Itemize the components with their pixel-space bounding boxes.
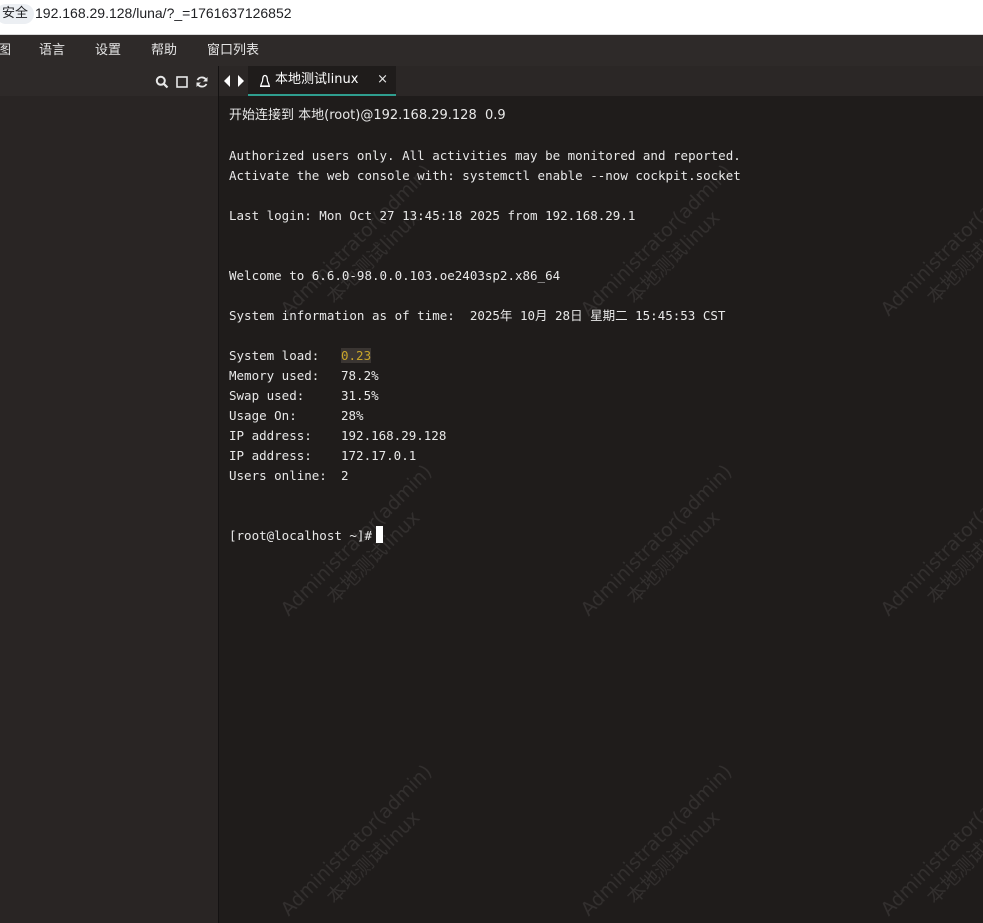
stat-value: 28%: [341, 408, 364, 423]
stat-label: IP address:: [229, 448, 312, 463]
stat-row: System load: 0.23: [229, 346, 372, 366]
stat-row: IP address: 172.17.0.1: [229, 446, 416, 466]
tab-close-button[interactable]: ×: [377, 66, 388, 94]
stat-row: IP address: 192.168.29.128: [229, 426, 446, 446]
stat-label: System load:: [229, 348, 320, 363]
stat-value: 2: [341, 468, 349, 483]
session-tab-bar: 本地测试linux ×: [219, 66, 983, 96]
stat-value: 192.168.29.128: [341, 428, 447, 443]
refresh-icon[interactable]: [195, 74, 209, 88]
tab-scroll-arrows-icon[interactable]: [223, 73, 245, 89]
menu-item-settings[interactable]: 设置: [95, 35, 121, 66]
cockpit-hint-line: Activate the web console with: systemctl…: [229, 168, 741, 183]
text-cursor: [376, 526, 383, 543]
shell-prompt-line[interactable]: [root@localhost ~]#: [229, 526, 383, 546]
shell-prompt: [root@localhost ~]#: [229, 528, 372, 543]
stat-value: 31.5%: [341, 388, 379, 403]
menu-item-window-list[interactable]: 窗口列表: [207, 35, 259, 66]
menu-item-language[interactable]: 语言: [39, 35, 65, 66]
tab-session-local-linux[interactable]: 本地测试linux ×: [248, 66, 396, 96]
menu-bar: 图 语言 设置 帮助 窗口列表: [0, 35, 983, 66]
stat-value: 172.17.0.1: [341, 448, 417, 463]
left-toolbar: [0, 66, 218, 96]
stat-label: Users online:: [229, 468, 327, 483]
auth-warning-line: Authorized users only. All activities ma…: [229, 148, 741, 163]
terminal-output[interactable]: 开始连接到 本地(root)@192.168.29.128 0.9 Author…: [219, 96, 983, 923]
stat-label: Swap used:: [229, 388, 305, 403]
stat-row: Usage On: 28%: [229, 406, 364, 426]
stat-row: Memory used: 78.2%: [229, 366, 379, 386]
search-icon[interactable]: [155, 74, 169, 89]
stat-label: IP address:: [229, 428, 312, 443]
menu-item-view[interactable]: 图: [0, 35, 11, 66]
stat-row: Swap used: 31.5%: [229, 386, 379, 406]
menu-item-help[interactable]: 帮助: [151, 35, 177, 66]
url-field[interactable]: 192.168.29.128/luna/?_=1761637126852: [35, 4, 292, 22]
asset-tree-panel: [0, 66, 219, 923]
square-icon[interactable]: [175, 74, 189, 88]
stat-label: Usage On:: [229, 408, 297, 423]
tab-label: 本地测试linux: [275, 72, 359, 87]
stat-value: 0.23: [341, 348, 372, 363]
welcome-line: Welcome to 6.6.0-98.0.0.103.oe2403sp2.x8…: [229, 268, 561, 283]
browser-address-bar: 安全 192.168.29.128/luna/?_=1761637126852: [0, 0, 983, 35]
sysinfo-line: System information as of time: 2025年 10月…: [229, 308, 726, 323]
connect-line: 开始连接到 本地(root)@192.168.29.128 0.9: [229, 108, 506, 123]
security-indicator[interactable]: 安全: [0, 4, 35, 24]
linux-icon: [258, 73, 272, 87]
stat-label: Memory used:: [229, 368, 320, 383]
stat-row: Users online: 2: [229, 466, 349, 486]
last-login-line: Last login: Mon Oct 27 13:45:18 2025 fro…: [229, 208, 636, 223]
stat-value: 78.2%: [341, 368, 379, 383]
